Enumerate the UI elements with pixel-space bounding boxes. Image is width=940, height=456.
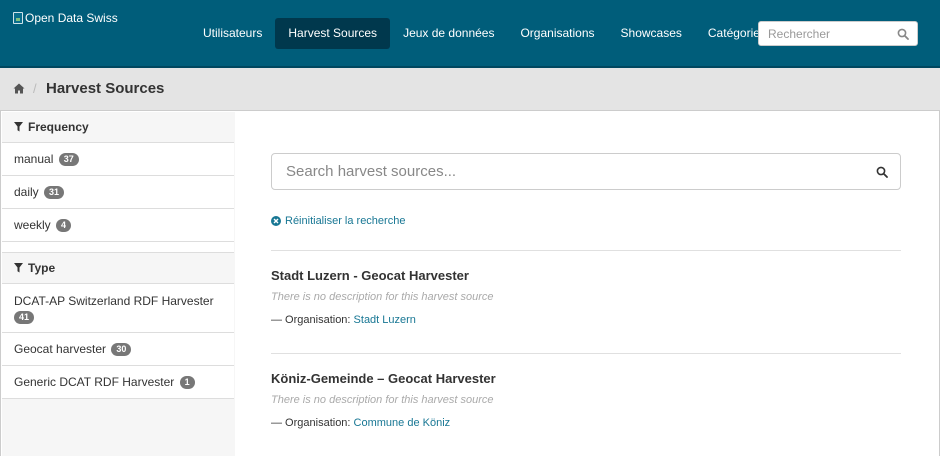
site-search [758, 21, 918, 46]
facet-item-label: daily [14, 185, 39, 199]
facet-item-dcat-ap-switzerland[interactable]: DCAT-AP Switzerland RDF Harvester 41 [2, 284, 234, 333]
filter-icon [14, 122, 23, 132]
search-icon[interactable] [876, 166, 888, 178]
divider [271, 353, 901, 354]
masthead: Open Data Swiss Utilisateurs Harvest Sou… [0, 0, 940, 68]
search-icon[interactable] [897, 28, 909, 40]
reset-search-link[interactable]: Réinitialiser la recherche [271, 215, 405, 227]
organisation-link[interactable]: Stadt Luzern [354, 314, 416, 326]
facet-title-type: Type [2, 253, 234, 284]
facet-item-label: weekly [14, 218, 51, 232]
site-search-input[interactable] [759, 22, 889, 45]
facet-item-label: Generic DCAT RDF Harvester [14, 375, 175, 389]
facet-item-label: manual [14, 152, 54, 166]
count-badge: 31 [44, 186, 65, 200]
primary-content: Réinitialiser la recherche Stadt Luzern … [271, 112, 901, 456]
harvest-source-organisation: — Organisation: Stadt Luzern [271, 314, 494, 328]
nav-item-utilisateurs[interactable]: Utilisateurs [190, 18, 275, 49]
breadcrumb-current[interactable]: Harvest Sources [46, 80, 164, 97]
facet-frequency: Frequency manual 37 daily 31 weekly 4 [2, 112, 234, 253]
facet-title-label: Frequency [28, 120, 89, 134]
facet-item-manual[interactable]: manual 37 [2, 143, 234, 176]
nav-item-jeux-de-donnees[interactable]: Jeux de données [390, 18, 507, 49]
remove-circle-icon [271, 216, 281, 226]
facet-item-geocat-harvester[interactable]: Geocat harvester 30 [2, 333, 234, 366]
home-icon[interactable] [13, 83, 25, 94]
count-badge: 4 [56, 219, 72, 233]
nav-item-showcases[interactable]: Showcases [608, 18, 695, 49]
harvest-search [271, 153, 901, 190]
list-item: Stadt Luzern - Geocat Harvester There is… [271, 268, 494, 328]
broken-image-icon [13, 12, 23, 24]
breadcrumb-separator: / [33, 81, 37, 96]
facet-item-daily[interactable]: daily 31 [2, 176, 234, 209]
count-badge: 37 [58, 153, 79, 167]
organisation-prefix: — Organisation: [271, 314, 351, 326]
nav-item-harvest-sources[interactable]: Harvest Sources [275, 18, 391, 49]
nav-item-organisations[interactable]: Organisations [507, 18, 607, 49]
reset-search-label: Réinitialiser la recherche [285, 215, 406, 227]
harvest-source-title[interactable]: Köniz-Gemeinde – Geocat Harvester [271, 371, 496, 387]
harvest-source-organisation: — Organisation: Commune de Köniz [271, 417, 496, 431]
facet-spacer [2, 242, 234, 253]
harvest-source-title[interactable]: Stadt Luzern - Geocat Harvester [271, 268, 494, 284]
count-badge: 1 [179, 376, 195, 390]
site-logo[interactable]: Open Data Swiss [13, 11, 118, 25]
filter-icon [14, 263, 23, 273]
breadcrumb: / Harvest Sources [0, 70, 940, 108]
facet-type: Type DCAT-AP Switzerland RDF Harvester 4… [2, 253, 234, 399]
count-badge: 30 [111, 343, 132, 357]
harvest-source-description: There is no description for this harvest… [271, 291, 494, 303]
count-badge: 41 [14, 311, 35, 325]
facet-item-weekly[interactable]: weekly 4 [2, 209, 234, 242]
list-item: Köniz-Gemeinde – Geocat Harvester There … [271, 371, 496, 431]
facet-title-label: Type [28, 261, 56, 275]
harvest-source-description: There is no description for this harvest… [271, 394, 494, 406]
facet-item-label: Geocat harvester [14, 342, 107, 356]
organisation-prefix: — Organisation: [271, 417, 351, 429]
facet-item-generic-dcat[interactable]: Generic DCAT RDF Harvester 1 [2, 366, 234, 399]
organisation-link[interactable]: Commune de Köniz [354, 417, 451, 429]
divider [271, 250, 901, 251]
logo-alt-text: Open Data Swiss [25, 11, 118, 25]
facet-title-frequency: Frequency [2, 112, 234, 143]
main-nav: Utilisateurs Harvest Sources Jeux de don… [190, 18, 779, 49]
content-wrapper: Frequency manual 37 daily 31 weekly 4 Ty… [0, 110, 940, 456]
facet-item-label: DCAT-AP Switzerland RDF Harvester [14, 294, 214, 308]
facet-sidebar: Frequency manual 37 daily 31 weekly 4 Ty… [2, 112, 235, 456]
harvest-search-input[interactable] [272, 154, 852, 189]
